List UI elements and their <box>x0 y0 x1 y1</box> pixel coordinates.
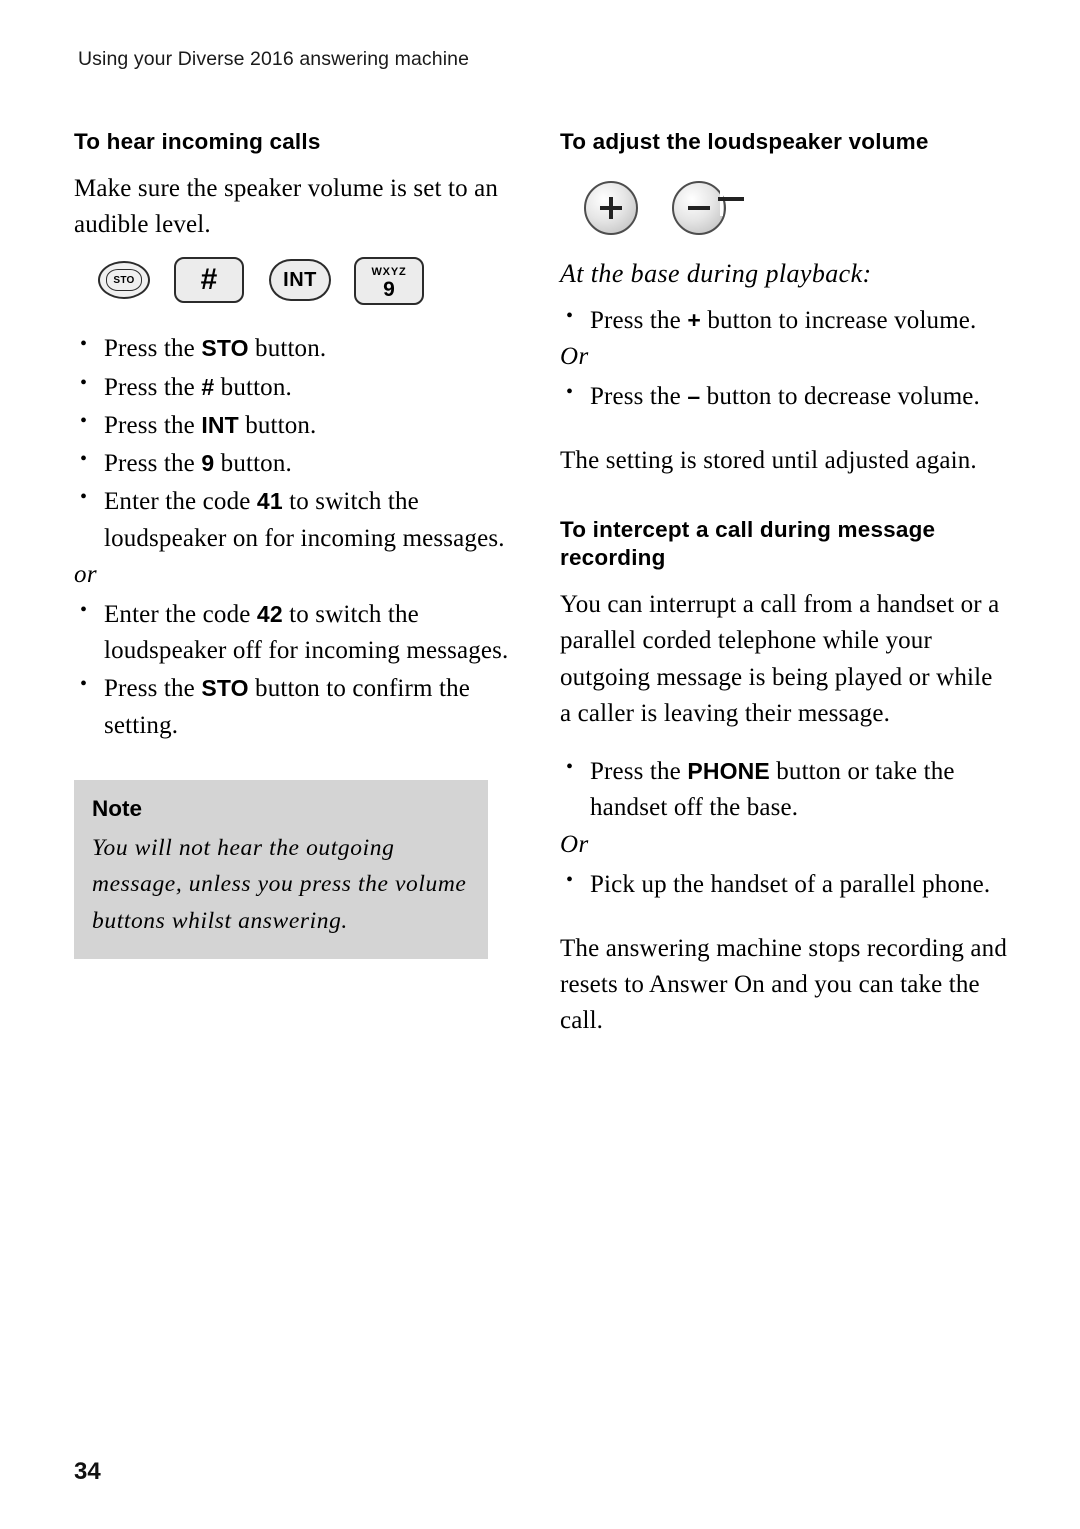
step-text-post: button. <box>214 373 292 401</box>
step-key: INT <box>201 411 239 438</box>
step-text-pre: Press the <box>590 306 688 334</box>
int-key-icon: INT <box>269 259 331 302</box>
intercept-steps-list-secondary: Pick up the handset of a parallel phone. <box>560 866 1010 903</box>
step-text-pre: Press the <box>104 335 202 363</box>
step-text-pre: Press the <box>104 675 202 703</box>
step-text-pre: Press the <box>590 383 688 411</box>
list-item: Pick up the handset of a parallel phone. <box>560 866 1010 903</box>
minus-icon-tail <box>718 196 744 201</box>
or-divider: or <box>74 560 98 588</box>
step-key: STO <box>201 675 249 702</box>
volume-down-icon <box>672 180 726 235</box>
steps-list-primary: Press the STO button. Press the # button… <box>74 330 524 557</box>
step-text-post: button to increase volume. <box>700 306 977 334</box>
volume-up-icon <box>584 180 638 235</box>
page-number: 34 <box>74 1458 101 1485</box>
nine-key-number: 9 <box>383 277 395 301</box>
sto-key-icon: STO <box>98 261 150 300</box>
step-text-post: button. <box>214 450 292 478</box>
volume-button-icons <box>560 173 1010 253</box>
step-text-pre: Enter the code <box>104 600 257 628</box>
section-title-hear-incoming-calls: To hear incoming calls <box>74 129 321 154</box>
subtitle-at-the-base: At the base during playback: <box>560 258 872 288</box>
step-text-post: button. <box>248 335 327 363</box>
list-item: Enter the code 41 to switch the loudspea… <box>74 483 524 557</box>
list-item: Press the INT button. <box>74 407 524 444</box>
intro-paragraph: Make sure the speaker volume is set to a… <box>74 174 499 239</box>
step-key: 41 <box>256 488 283 515</box>
section-title-adjust-loudspeaker-volume: To adjust the loudspeaker volume <box>560 129 929 154</box>
nine-key-icon: WXYZ 9 <box>354 257 424 306</box>
step-text-pre: Press the <box>104 373 202 401</box>
intercept-steps-list: Press the PHONE button or take the hands… <box>560 753 1010 827</box>
step-text-post: button to decrease volume. <box>700 383 980 411</box>
step-key: # <box>201 373 215 400</box>
volume-steps-list-secondary: Press the – button to decrease volume. <box>560 378 1010 415</box>
step-text-pre: Press the <box>104 450 202 478</box>
sto-key-label: STO <box>106 269 142 292</box>
list-item: Press the STO button. <box>74 330 524 367</box>
step-key: 42 <box>256 600 283 627</box>
step-key: – <box>687 383 701 410</box>
section-title-intercept-call: To intercept a call during message recor… <box>560 516 936 571</box>
step-key: STO <box>201 335 249 362</box>
left-column: To hear incoming calls Make sure the spe… <box>74 128 524 960</box>
hash-key-icon: # <box>174 257 244 304</box>
volume-steps-list: Press the + button to increase volume. <box>560 302 1010 339</box>
setting-stored-paragraph: The setting is stored until adjusted aga… <box>560 447 977 475</box>
list-item: Press the PHONE button or take the hands… <box>560 753 1010 827</box>
step-text-pre: Press the <box>104 411 202 439</box>
step-text-pre: Enter the code <box>104 488 257 516</box>
step-key: 9 <box>201 450 215 477</box>
list-item: Enter the code 42 to switch the loudspea… <box>74 596 524 670</box>
intercept-paragraph: You can interrupt a call from a handset … <box>560 591 1000 727</box>
note-title: Note <box>92 795 142 821</box>
or-divider-intercept: Or <box>560 830 589 858</box>
step-key: + <box>687 306 701 333</box>
list-item: Press the 9 button. <box>74 445 524 482</box>
list-item: Press the – button to decrease volume. <box>560 378 1010 415</box>
list-item: Press the STO button to confirm the sett… <box>74 670 524 744</box>
step-key: PHONE <box>687 758 770 785</box>
step-text-pre: Press the <box>590 758 688 786</box>
key-icon-row: STO # INT WXYZ 9 <box>74 257 524 317</box>
right-column: To adjust the loudspeaker volume At the … <box>560 128 1010 1050</box>
steps-list-secondary: Enter the code 42 to switch the loudspea… <box>74 596 524 744</box>
or-divider-volume: Or <box>560 343 589 371</box>
note-box: Note You will not hear the outgoing mess… <box>74 779 488 960</box>
step-text-pre: Pick up the handset of a parallel phone. <box>590 870 991 898</box>
closing-paragraph: The answering machine stops recording an… <box>560 934 1007 1035</box>
note-body: You will not hear the outgoing message, … <box>92 834 467 934</box>
list-item: Press the # button. <box>74 369 524 406</box>
running-head: Using your Diverse 2016 answering machin… <box>78 48 470 70</box>
list-item: Press the + button to increase volume. <box>560 302 1010 339</box>
nine-key-letters: WXYZ <box>371 265 407 278</box>
manual-page: Using your Diverse 2016 answering machin… <box>0 0 1080 1529</box>
step-text-post: button. <box>238 411 317 439</box>
